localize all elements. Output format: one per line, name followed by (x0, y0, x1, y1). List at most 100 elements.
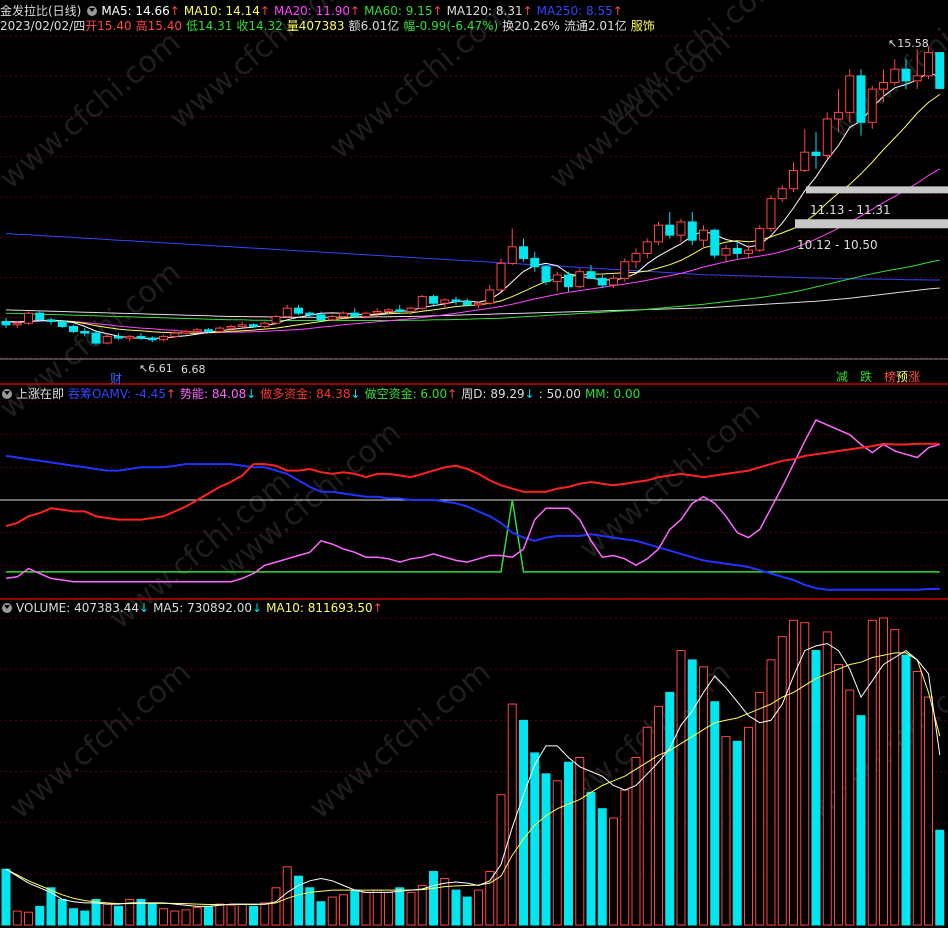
candle-body (226, 325, 236, 329)
indicator-dropdown-icon[interactable] (2, 389, 12, 399)
candle-body (462, 301, 472, 306)
signal-tag[interactable]: 预 (896, 370, 908, 384)
volume-bar (822, 631, 832, 926)
candle-body (80, 330, 90, 334)
low-price-marker-2: 6.68 (181, 363, 206, 376)
volume-bar (845, 689, 855, 926)
volume-bar (890, 629, 900, 926)
candle-body (642, 241, 652, 254)
legend-item: 周D: 89.29↓ (461, 387, 535, 401)
candle-body (507, 246, 517, 264)
candle-body (147, 337, 157, 341)
candle-body (12, 322, 22, 326)
candle-body (339, 312, 348, 318)
volume-bar (440, 877, 450, 926)
volume-bar (226, 904, 236, 926)
candle-body (271, 316, 281, 324)
quote-item: 服饰 (630, 19, 655, 33)
stock-chart-window: www.cfchi.com www.cfchi.com www.cfchi.com w… (0, 0, 948, 928)
stock-name[interactable]: 金发拉比(日线) (0, 4, 81, 18)
volume-bar (327, 896, 337, 926)
signal-tag[interactable]: 减 (836, 370, 848, 384)
settings-dropdown-icon[interactable] (87, 6, 98, 16)
candle-body (575, 271, 585, 288)
candle-body (181, 330, 191, 334)
candle-body (136, 335, 146, 339)
volume-bar (530, 752, 540, 926)
ma-legend: MA5: 14.66↑ MA10: 14.14↑ MA20: 11.90↑ MA60:… (101, 4, 626, 18)
legend-item: 势能: 84.08↓ (180, 387, 257, 401)
volume-bar (249, 905, 258, 926)
volume-bar (834, 664, 843, 926)
volume-bar (485, 871, 495, 926)
volume-bar (271, 887, 281, 926)
volume-bar (417, 884, 427, 926)
candle-body (327, 316, 337, 321)
volume-bar (541, 773, 551, 926)
legend-item: MA60: 9.15↑ (364, 4, 443, 18)
signal-tag[interactable]: 榜 (884, 370, 896, 384)
zone-bar-2 (795, 219, 948, 229)
volume-bar (462, 896, 472, 926)
legend-item: 吞筹OAMV: -4.45↑ (68, 387, 177, 401)
quote-item: 幅-0.99(-6.47%) (403, 19, 499, 33)
candle-body (766, 198, 776, 230)
candle-body (552, 274, 562, 283)
candle-body (429, 296, 438, 304)
volume-bar (237, 903, 247, 926)
volume-bar (519, 719, 528, 926)
volume-bar (676, 650, 686, 926)
candle-body (46, 319, 56, 322)
volume-bar (699, 666, 708, 926)
volume-bar (1, 868, 11, 926)
candle-body (57, 320, 67, 327)
chart-canvas[interactable]: www.cfchi.com www.cfchi.com www.cfchi.com w… (0, 0, 948, 928)
volume-bar (204, 905, 213, 926)
candle-body (597, 277, 607, 286)
momentum-line (5, 419, 941, 583)
candle-body (406, 307, 416, 313)
candle-body (35, 312, 45, 321)
candle-body (260, 322, 270, 327)
candle-body (237, 324, 247, 327)
volume-bar (339, 894, 348, 926)
legend-item: MA5: 730892.00↓ (153, 601, 263, 615)
volume-dropdown-icon[interactable] (2, 603, 12, 613)
volume-bar (395, 887, 405, 926)
candle-body (125, 335, 135, 339)
low-price-marker: ↖6.61 (139, 362, 173, 375)
financial-report-tag[interactable]: 财 (110, 370, 122, 387)
volume-header: VOLUME: 407383.44↓ MA5: 730892.00↓ MA10: 8… (0, 600, 391, 616)
volume-bar (687, 659, 697, 926)
volume-bar (46, 887, 56, 926)
signal-tag[interactable]: 涨 (908, 370, 920, 384)
candle-body (789, 169, 798, 190)
volume-bar (642, 726, 652, 926)
candle-body (710, 229, 720, 256)
indicator-header: 上涨在即 吞筹OAMV: -4.45↑ 势能: 84.08↓ 做多资金: 84.38↓… (0, 386, 648, 402)
candle-body (24, 312, 33, 324)
volume-bar (215, 903, 225, 926)
volume-bar (811, 650, 821, 926)
watermark-text: www.cfchi.com (573, 395, 768, 566)
legend-item: MM: 0.00 (584, 387, 641, 401)
candle-body (249, 324, 258, 327)
candle-body (519, 246, 528, 259)
volume-bar (406, 891, 416, 926)
candle-body (834, 111, 843, 120)
legend-item: VOLUME: 407383.44↓ (16, 601, 150, 615)
candle-body (620, 261, 630, 279)
volume-bar (372, 889, 382, 926)
signal-tag[interactable]: 跌 (860, 370, 872, 384)
candle-body (496, 262, 506, 291)
volume-bar (620, 789, 630, 926)
candle-body (879, 81, 888, 90)
volume-bar (597, 808, 607, 926)
candle-body (856, 75, 866, 123)
candle-body (114, 335, 123, 339)
volume-bar (429, 871, 438, 926)
indicator-name[interactable]: 上涨在即 (16, 387, 64, 401)
candle-body (159, 335, 168, 341)
volume-bar (755, 691, 765, 926)
candle-body (800, 151, 810, 171)
